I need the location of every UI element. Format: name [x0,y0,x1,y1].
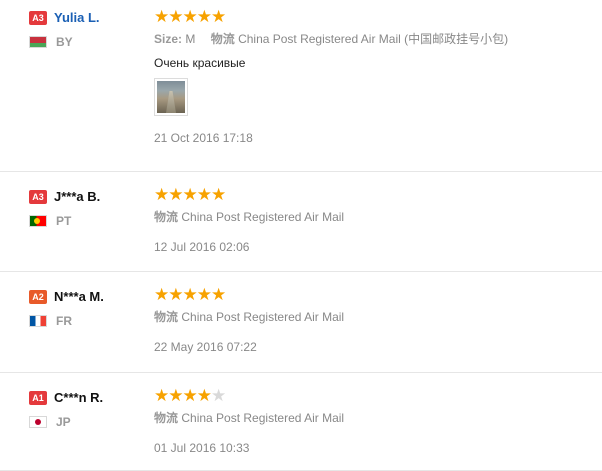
country-code: BY [56,35,73,49]
star-empty-icon: ★ [211,386,226,405]
buyer-info: A2 N***a M. FR [29,288,149,328]
order-info: 物流 China Post Registered Air Mail [154,308,602,325]
buyer-name: C***n R. [54,390,104,406]
country-code: JP [56,415,71,429]
star-filled-icon: ★ [196,7,212,26]
star-filled-icon: ★ [168,386,183,405]
review-content: ★★★★★ Size: M 物流 China Post Registered A… [154,7,602,145]
shipping-label: 物流 [154,411,179,425]
belarus-flag-icon [29,36,47,48]
buyer-name-link[interactable]: Yulia L. [54,10,100,25]
review-date: 21 Oct 2016 17:18 [154,131,253,145]
buyer-country: JP [29,415,149,429]
star-filled-icon: ★ [182,7,198,26]
france-flag-icon [29,315,47,327]
buyer-level-badge: A3 [29,10,47,25]
star-filled-icon: ★ [154,386,169,405]
buyer-country: BY [29,35,149,49]
review-item: A1 C***n R. JP ★★★★★ 物流 China Post Regist… [0,373,602,471]
shipping-value: China Post Registered Air Mail [181,210,345,224]
star-filled-icon: ★ [182,185,198,204]
star-filled-icon: ★ [168,7,183,26]
star-filled-icon: ★ [168,285,183,304]
star-filled-icon: ★ [154,285,169,304]
buyer-level-badge: A3 [29,189,47,204]
review-date: 01 Jul 2016 10:33 [154,441,250,455]
star-rating: ★★★★★ [154,285,602,304]
star-filled-icon: ★ [168,185,183,204]
star-rating: ★★★★★ [154,7,602,26]
shipping-value: China Post Registered Air Mail [181,411,345,425]
buyer-level-badge: A2 [29,289,47,304]
photo-image [157,81,185,113]
star-filled-icon: ★ [196,185,212,204]
star-filled-icon: ★ [211,285,226,304]
portugal-flag-icon [29,215,47,227]
shipping-label: 物流 [154,210,179,224]
country-code: PT [56,214,72,228]
star-filled-icon: ★ [182,386,198,405]
japan-flag-icon [29,416,47,428]
order-info: 物流 China Post Registered Air Mail [154,409,602,426]
star-rating: ★★★★★ [154,386,602,405]
review-photo-thumbnail[interactable] [154,78,188,116]
shipping-label: 物流 [154,310,179,324]
star-filled-icon: ★ [182,285,198,304]
shipping-value: China Post Registered Air Mail (中国邮政挂号小包… [238,32,509,46]
buyer-info: A3 Yulia L. BY [29,9,149,49]
buyer-country: FR [29,314,149,328]
star-filled-icon: ★ [211,185,226,204]
review-item: A3 Yulia L. BY ★★★★★ Size: M 物流 China Pos… [0,0,602,172]
star-filled-icon: ★ [196,285,212,304]
star-rating: ★★★★★ [154,185,602,204]
shipping-value: China Post Registered Air Mail [181,310,345,324]
review-item: A3 J***a B. PT ★★★★★ 物流 China Post Regist… [0,172,602,272]
buyer-info: A3 J***a B. PT [29,188,149,228]
review-date: 12 Jul 2016 02:06 [154,240,250,254]
star-filled-icon: ★ [154,185,169,204]
buyer-name: N***a M. [54,289,104,305]
star-filled-icon: ★ [154,7,169,26]
review-item: A2 N***a M. FR ★★★★★ 物流 China Post Regist… [0,272,602,373]
buyer-country: PT [29,214,149,228]
size-value: M [185,32,196,46]
size-label: Size: [154,32,183,46]
review-content: ★★★★★ 物流 China Post Registered Air Mail … [154,285,602,354]
country-code: FR [56,314,72,328]
buyer-info: A1 C***n R. JP [29,389,149,429]
star-filled-icon: ★ [211,7,226,26]
review-content: ★★★★★ 物流 China Post Registered Air Mail … [154,386,602,455]
buyer-name: J***a B. [54,189,101,205]
order-info: Size: M 物流 China Post Registered Air Mai… [154,30,602,47]
shipping-label: 物流 [210,32,235,46]
buyer-level-badge: A1 [29,390,47,405]
order-info: 物流 China Post Registered Air Mail [154,208,602,225]
star-filled-icon: ★ [196,386,212,405]
review-content: ★★★★★ 物流 China Post Registered Air Mail … [154,185,602,254]
feedback-text: Очень красивые [154,56,246,70]
review-date: 22 May 2016 07:22 [154,340,257,354]
